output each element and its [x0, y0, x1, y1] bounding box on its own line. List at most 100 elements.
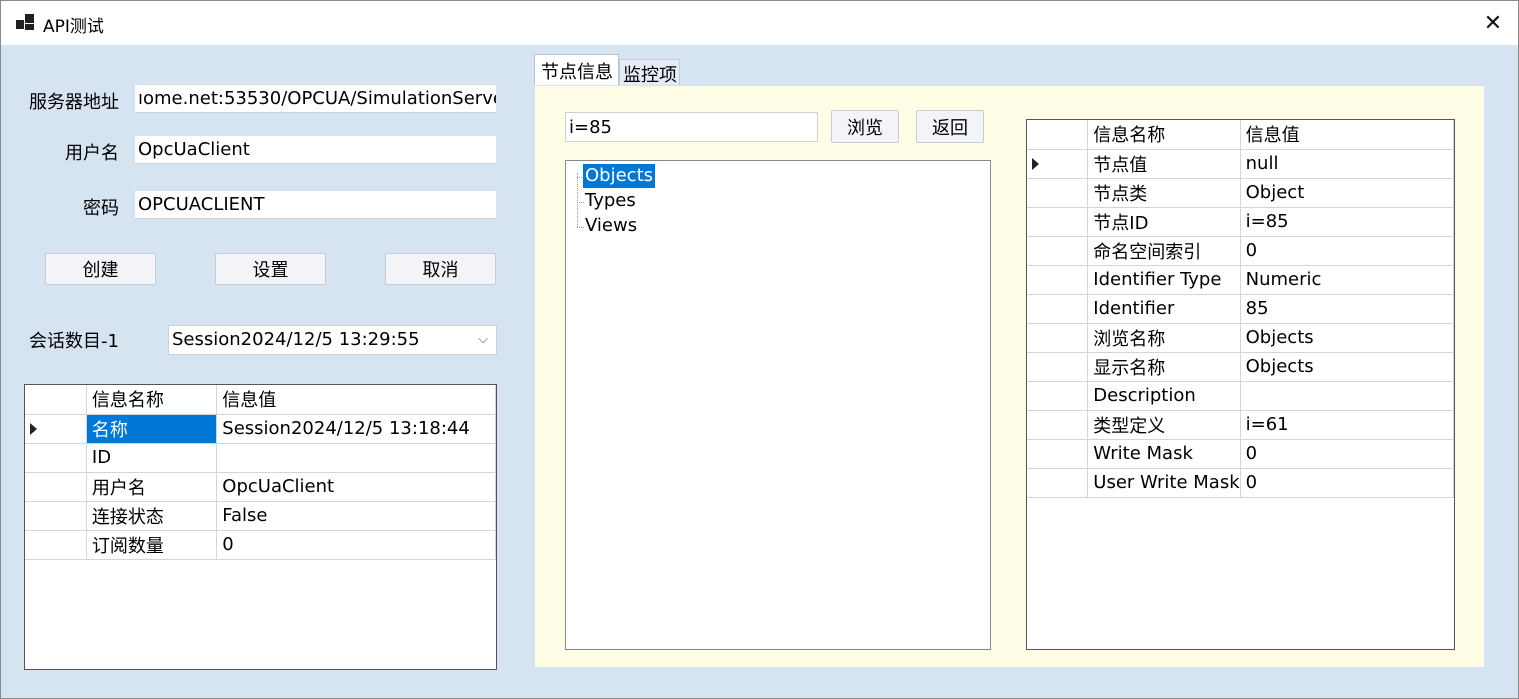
- username-input[interactable]: OpcUaClient: [135, 136, 496, 164]
- column-header-name[interactable]: 信息名称: [1087, 120, 1241, 150]
- row-header[interactable]: [25, 500, 87, 531]
- row-header[interactable]: [1027, 467, 1089, 498]
- table-cell[interactable]: 订阅数量: [85, 529, 218, 560]
- table-row[interactable]: Identifier Type Numeric: [1027, 264, 1454, 295]
- current-row-arrow-icon: [1032, 158, 1039, 170]
- table-cell[interactable]: Identifier: [1087, 293, 1241, 324]
- window-title: API测试: [43, 17, 104, 37]
- column-header-value[interactable]: 信息值: [216, 385, 496, 415]
- table-row[interactable]: 用户名 OpcUaClient: [25, 471, 496, 502]
- node-id-value: i=85: [569, 117, 612, 138]
- table-row[interactable]: 命名空间索引 0: [1027, 235, 1454, 266]
- table-cell[interactable]: 名称: [85, 413, 218, 444]
- table-cell[interactable]: 0: [1239, 235, 1454, 266]
- cancel-button[interactable]: 取消: [385, 253, 496, 285]
- session-select[interactable]: Session2024/12/5 13:29:55 ⌵: [168, 325, 497, 355]
- table-cell[interactable]: 连接状态: [85, 500, 218, 531]
- password-input[interactable]: OPCUACLIENT: [135, 191, 496, 219]
- table-cell[interactable]: [1239, 380, 1454, 411]
- row-header[interactable]: [25, 413, 87, 444]
- table-cell[interactable]: 显示名称: [1087, 351, 1241, 382]
- row-header-corner: [1027, 120, 1089, 150]
- tab-node-info[interactable]: 节点信息: [534, 54, 619, 86]
- row-header[interactable]: [25, 442, 87, 473]
- row-header[interactable]: [1027, 177, 1089, 208]
- row-header[interactable]: [1027, 264, 1089, 295]
- table-cell[interactable]: 浏览名称: [1087, 322, 1241, 353]
- tab-monitor[interactable]: 监控项: [619, 59, 680, 86]
- table-cell[interactable]: 节点ID: [1087, 206, 1241, 237]
- table-row[interactable]: 名称 Session2024/12/5 13:18:44: [25, 413, 496, 444]
- row-header[interactable]: [1027, 148, 1089, 179]
- current-row-arrow-icon: [30, 423, 37, 435]
- settings-button[interactable]: 设置: [215, 253, 326, 285]
- table-cell[interactable]: Description: [1087, 380, 1241, 411]
- table-cell[interactable]: ID: [85, 442, 218, 473]
- column-header-name[interactable]: 信息名称: [85, 385, 218, 415]
- table-cell[interactable]: 节点值: [1087, 148, 1241, 179]
- table-cell[interactable]: Objects: [1239, 322, 1454, 353]
- table-cell[interactable]: Identifier Type: [1087, 264, 1241, 295]
- back-button[interactable]: 返回: [916, 110, 984, 143]
- api-test-window: API测试 ✕ 服务器地址 ıome.net:53530/OPCUA/Simul…: [0, 0, 1519, 699]
- close-icon[interactable]: ✕: [1468, 1, 1518, 45]
- row-header[interactable]: [25, 471, 87, 502]
- table-row[interactable]: 显示名称 Objects: [1027, 351, 1454, 382]
- table-row[interactable]: 浏览名称 Objects: [1027, 322, 1454, 353]
- server-address-input[interactable]: ıome.net:53530/OPCUA/SimulationServer: [135, 85, 496, 113]
- table-row[interactable]: 节点类 Object: [1027, 177, 1454, 208]
- row-header[interactable]: [1027, 409, 1089, 440]
- table-cell[interactable]: i=61: [1239, 409, 1454, 440]
- table-row[interactable]: Description: [1027, 380, 1454, 411]
- table-cell[interactable]: 0: [1239, 467, 1454, 498]
- table-row[interactable]: User Write Mask 0: [1027, 467, 1454, 498]
- table-cell[interactable]: 节点类: [1087, 177, 1241, 208]
- table-cell[interactable]: Write Mask: [1087, 438, 1241, 469]
- row-header[interactable]: [1027, 380, 1089, 411]
- table-row[interactable]: 类型定义 i=61: [1027, 409, 1454, 440]
- table-cell[interactable]: 0: [216, 529, 496, 560]
- table-row[interactable]: Identifier 85: [1027, 293, 1454, 324]
- tree-node-views[interactable]: Views: [583, 214, 639, 238]
- row-header[interactable]: [1027, 293, 1089, 324]
- table-cell[interactable]: 命名空间索引: [1087, 235, 1241, 266]
- node-tree[interactable]: Objects Types Views: [565, 160, 991, 650]
- table-row[interactable]: 节点值 null: [1027, 148, 1454, 179]
- row-header-corner: [25, 385, 87, 415]
- table-cell[interactable]: [216, 442, 496, 473]
- table-cell[interactable]: Numeric: [1239, 264, 1454, 295]
- table-cell[interactable]: User Write Mask: [1087, 467, 1241, 498]
- password-value: OPCUACLIENT: [138, 194, 265, 215]
- grid-header-row: 信息名称 信息值: [25, 385, 496, 415]
- table-cell[interactable]: OpcUaClient: [216, 471, 496, 502]
- table-cell[interactable]: Session2024/12/5 13:18:44: [216, 413, 496, 444]
- table-row[interactable]: 节点ID i=85: [1027, 206, 1454, 237]
- table-cell[interactable]: 85: [1239, 293, 1454, 324]
- table-cell[interactable]: 0: [1239, 438, 1454, 469]
- username-label: 用户名: [65, 143, 119, 164]
- row-header[interactable]: [1027, 438, 1089, 469]
- table-cell[interactable]: Object: [1239, 177, 1454, 208]
- row-header[interactable]: [1027, 322, 1089, 353]
- server-address-label: 服务器地址: [29, 92, 119, 113]
- table-row[interactable]: 订阅数量 0: [25, 529, 496, 560]
- table-cell[interactable]: Objects: [1239, 351, 1454, 382]
- row-header[interactable]: [1027, 351, 1089, 382]
- node-id-input[interactable]: i=85: [565, 112, 818, 142]
- table-cell[interactable]: False: [216, 500, 496, 531]
- table-cell[interactable]: null: [1239, 148, 1454, 179]
- tree-node-types[interactable]: Types: [583, 189, 638, 213]
- table-row[interactable]: Write Mask 0: [1027, 438, 1454, 469]
- create-button[interactable]: 创建: [45, 253, 156, 285]
- table-row[interactable]: ID: [25, 442, 496, 473]
- row-header[interactable]: [1027, 235, 1089, 266]
- tree-node-objects[interactable]: Objects: [583, 164, 656, 188]
- row-header[interactable]: [1027, 206, 1089, 237]
- table-cell[interactable]: 类型定义: [1087, 409, 1241, 440]
- table-cell[interactable]: 用户名: [85, 471, 218, 502]
- browse-button[interactable]: 浏览: [831, 110, 899, 143]
- row-header[interactable]: [25, 529, 87, 560]
- table-row[interactable]: 连接状态 False: [25, 500, 496, 531]
- column-header-value[interactable]: 信息值: [1239, 120, 1454, 150]
- table-cell[interactable]: i=85: [1239, 206, 1454, 237]
